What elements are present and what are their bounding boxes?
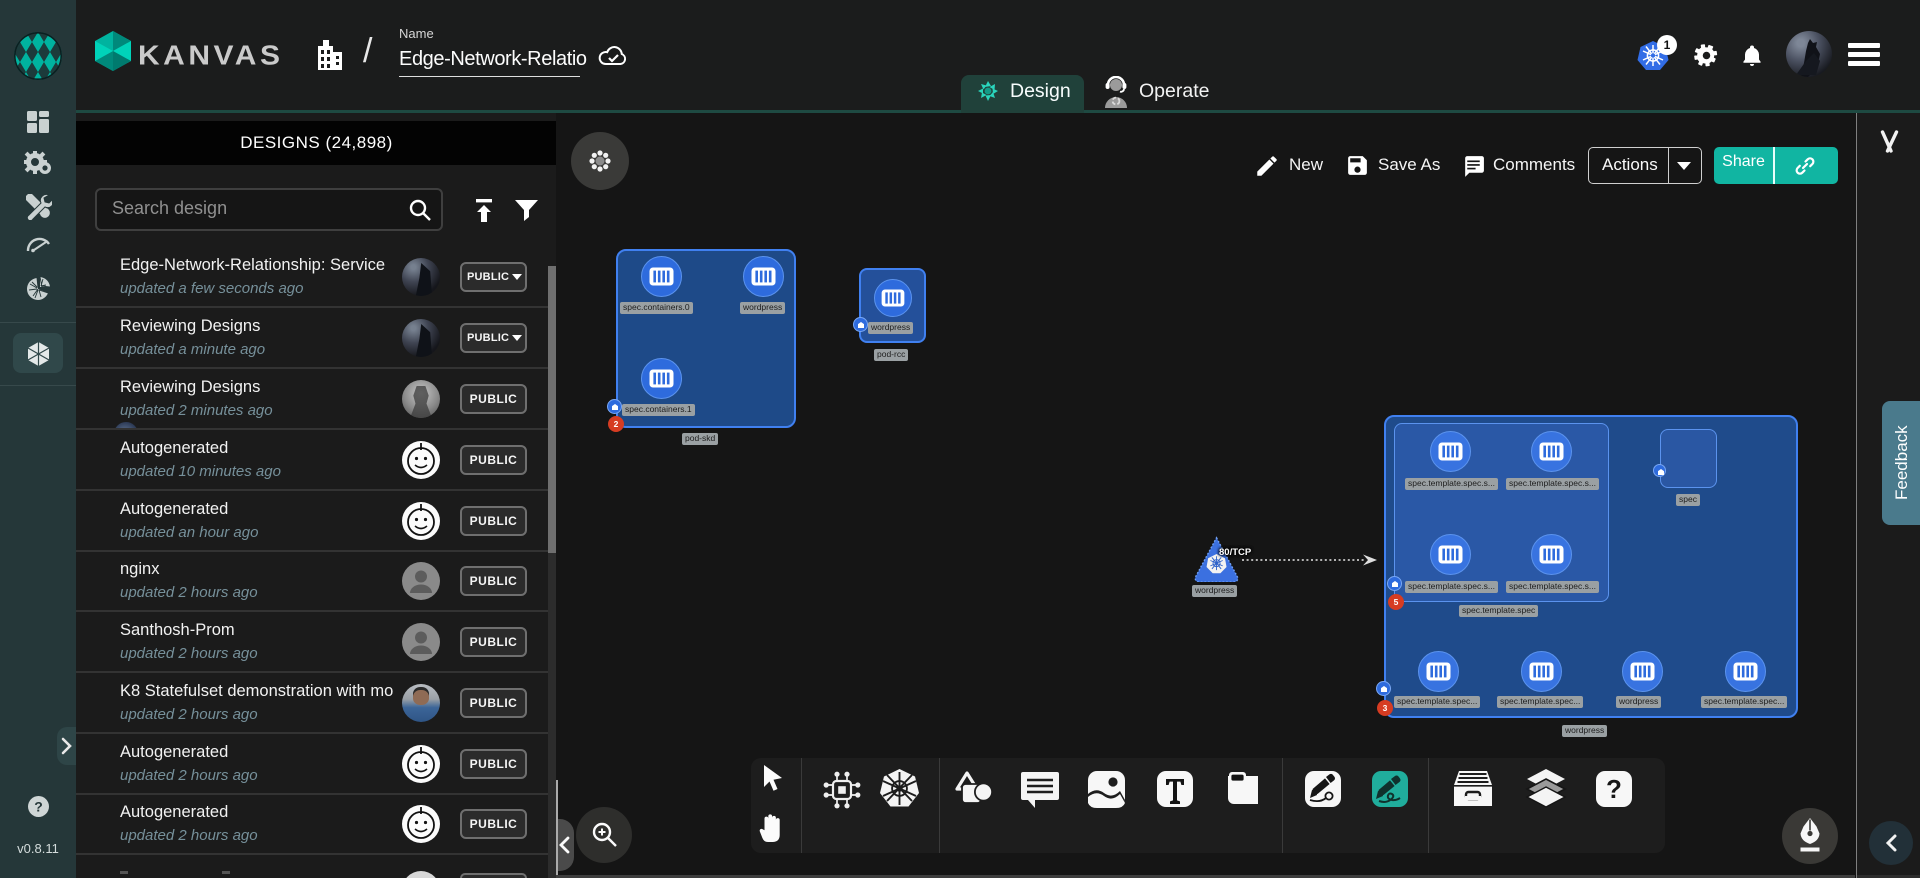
svg-text:?: ? (1606, 774, 1622, 804)
svg-text:?: ? (34, 799, 43, 815)
